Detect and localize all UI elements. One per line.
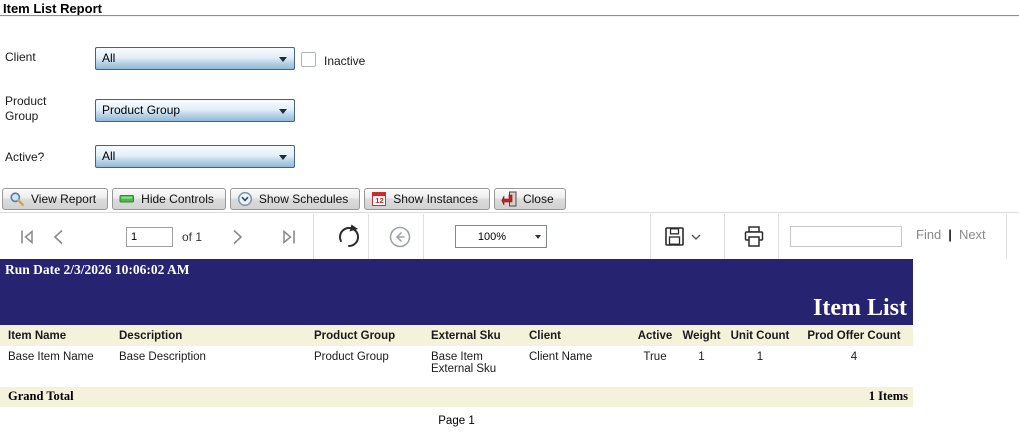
next-page-button[interactable] [228, 213, 246, 260]
active-dropdown[interactable]: All [95, 145, 295, 168]
title-divider [0, 15, 1019, 17]
product-group-dropdown-value: Product Group [102, 103, 181, 117]
show-schedules-button[interactable]: Show Schedules [229, 188, 361, 210]
refresh-icon [339, 224, 359, 247]
zoom-dropdown[interactable]: 100% [455, 225, 547, 248]
page-number-input[interactable] [126, 227, 173, 247]
column-header: Description [117, 325, 312, 346]
find-next-divider: | [948, 227, 952, 242]
prod-offer-count-cell: 4 [795, 346, 913, 387]
show-schedules-label: Show Schedules [258, 192, 349, 206]
column-header: Client [527, 325, 632, 346]
column-header: Active [632, 325, 678, 346]
column-header: Product Group [312, 325, 429, 346]
show-instances-label: Show Instances [393, 192, 478, 206]
run-date-label: Run Date 2/3/2026 10:06:02 AM [5, 262, 190, 277]
refresh-button[interactable] [336, 213, 362, 260]
table-row: Base Item Name Base Description Product … [0, 346, 913, 387]
unit-count-cell: 1 [725, 346, 795, 387]
save-icon [665, 227, 684, 246]
column-header: Item Name [0, 325, 117, 346]
inactive-label: Inactive [324, 54, 366, 68]
view-report-label: View Report [31, 192, 97, 206]
active-label: Active? [5, 150, 45, 164]
hide-controls-button[interactable]: Hide Controls [112, 188, 226, 210]
toolbar-separator [778, 214, 779, 259]
item-name-cell: Base Item Name [0, 346, 117, 387]
first-page-button[interactable] [18, 213, 38, 260]
clock-icon [237, 191, 253, 207]
report-header-band: Run Date 2/3/2026 10:06:02 AM Item List [0, 259, 913, 325]
table-header-row: Item Name Description Product Group Exte… [0, 325, 913, 346]
show-instances-button[interactable]: 12 Show Instances [364, 188, 490, 210]
view-report-button[interactable]: View Report [2, 188, 109, 210]
toolbar-separator [724, 214, 725, 259]
page-count-label: of 1 [182, 230, 203, 244]
next-link[interactable]: Next [959, 227, 986, 242]
exit-door-icon [501, 191, 517, 207]
last-page-button[interactable] [278, 213, 298, 260]
hide-controls-label: Hide Controls [141, 192, 214, 206]
magnifier-icon [9, 191, 25, 207]
client-cell: Client Name [527, 346, 632, 387]
page-title: Item List Report [3, 1, 102, 16]
first-page-icon [21, 229, 33, 244]
chevron-down-icon [691, 234, 701, 240]
grand-total-value: 1 Items [868, 389, 908, 403]
active-dropdown-value: All [102, 149, 116, 163]
client-label: Client [5, 50, 36, 64]
grand-total-label: Grand Total [8, 389, 74, 403]
product-group-label: Product Group [5, 94, 47, 123]
zoom-level-value: 100% [477, 231, 507, 243]
window-bar-icon [119, 191, 135, 207]
report-table: Item Name Description Product Group Exte… [0, 325, 913, 387]
toolbar-separator [1006, 214, 1007, 259]
back-arrow-icon [389, 226, 411, 247]
client-dropdown[interactable]: All [95, 47, 295, 70]
column-header: Unit Count [725, 325, 795, 346]
active-cell: True [632, 346, 678, 387]
close-label: Close [522, 192, 554, 206]
column-header: Prod Offer Count [795, 325, 913, 346]
chevron-left-icon [53, 229, 63, 244]
chevron-down-icon [279, 155, 287, 160]
weight-cell: 1 [678, 346, 725, 387]
find-text-input[interactable] [790, 226, 902, 247]
printer-icon [744, 225, 764, 247]
column-header: Weight [678, 325, 725, 346]
product-group-cell: Product Group [312, 346, 429, 387]
client-dropdown-value: All [102, 51, 116, 65]
find-link[interactable]: Find [916, 227, 941, 242]
back-to-parent-button[interactable] [388, 213, 412, 260]
product-group-dropdown[interactable]: Product Group [95, 99, 295, 122]
export-button[interactable] [664, 213, 702, 260]
action-button-bar: View Report Hide Controls Show Schedules… [2, 188, 566, 210]
last-page-icon [283, 229, 295, 244]
toolbar-separator [313, 214, 314, 259]
grand-total-row: Grand Total 1 Items [0, 387, 913, 407]
inactive-checkbox[interactable] [301, 52, 316, 67]
calendar-icon: 12 [371, 191, 387, 207]
description-cell: Base Description [117, 346, 312, 387]
chevron-down-icon [279, 57, 287, 62]
close-button[interactable]: Close [493, 188, 566, 210]
toolbar-separator [650, 214, 651, 259]
find-next-controls: Find | Next [916, 227, 986, 242]
toolbar-separator [423, 214, 424, 259]
report-page: Run Date 2/3/2026 10:06:02 AM Item List … [0, 259, 913, 427]
chevron-down-icon [535, 235, 541, 239]
report-title: Item List [813, 295, 907, 321]
print-button[interactable] [742, 213, 766, 260]
report-viewer-toolbar: of 1 100% Find | [0, 212, 1019, 259]
toolbar-separator [368, 214, 369, 259]
previous-page-button[interactable] [50, 213, 68, 260]
chevron-down-icon [279, 109, 287, 114]
app-window: Item List Report Client All Inactive Pro… [0, 0, 1019, 433]
column-header: External Sku [429, 325, 527, 346]
external-sku-cell: Base Item External Sku [429, 346, 527, 387]
page-footer: Page 1 [438, 415, 475, 427]
svg-text:12: 12 [376, 196, 384, 205]
chevron-right-icon [233, 229, 243, 244]
